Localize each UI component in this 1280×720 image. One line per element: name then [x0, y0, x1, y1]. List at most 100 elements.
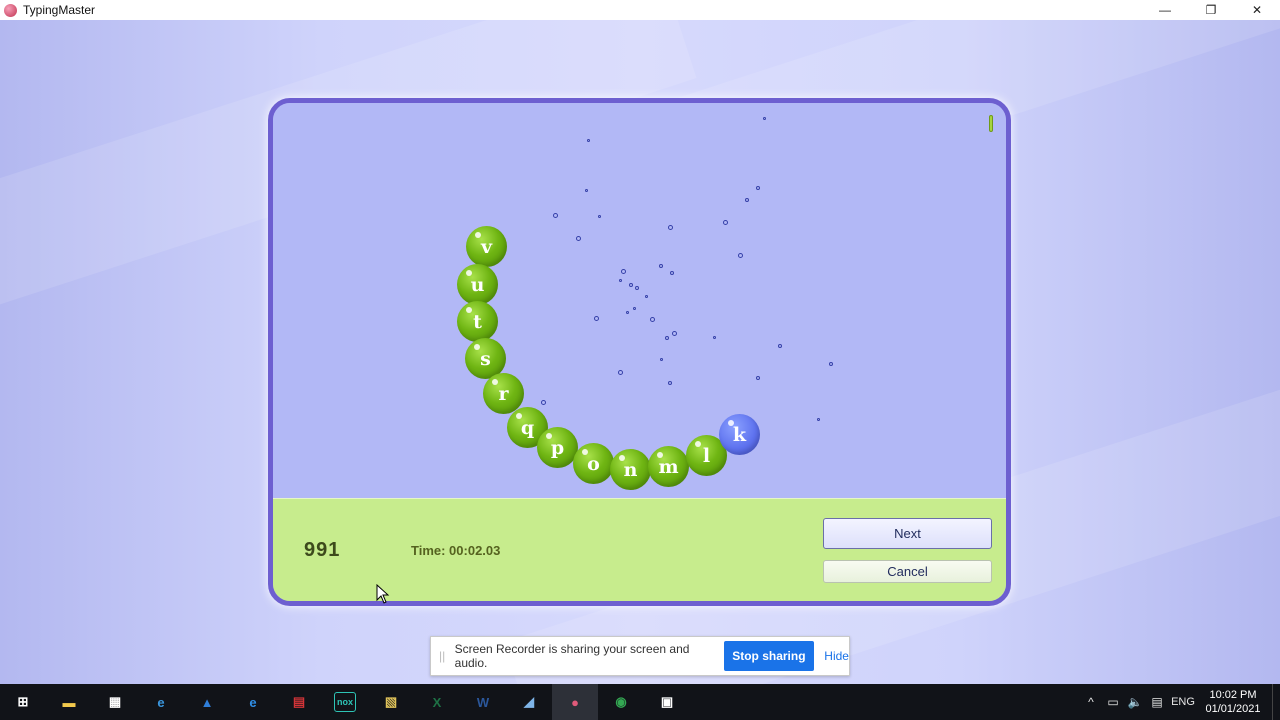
word-icon: W — [476, 694, 490, 710]
notification-icon[interactable]: ▤ — [1146, 695, 1168, 709]
show-hidden-icons-icon[interactable]: ^ — [1080, 695, 1102, 709]
floating-particle — [713, 336, 716, 339]
typingmaster-app-icon — [4, 3, 17, 17]
level-indicator — [989, 115, 993, 132]
volume-icon[interactable]: 🔈 — [1124, 695, 1146, 709]
next-button[interactable]: Next — [823, 518, 992, 549]
taskbar-item-calendar-app[interactable]: ▤ — [276, 684, 322, 720]
letter-bubble-t: t — [457, 301, 498, 342]
floating-particle — [618, 370, 623, 375]
window-controls: — ❐ ✕ — [1142, 0, 1280, 20]
taskbar-item-python-file[interactable]: ▧ — [368, 684, 414, 720]
letter-bubble-o: o — [573, 443, 614, 484]
letter-bubble-k: k — [719, 414, 760, 455]
language-indicator[interactable]: ENG — [1168, 696, 1198, 708]
restore-button[interactable]: ❐ — [1188, 0, 1234, 20]
taskbar-item-excel[interactable]: X — [414, 684, 460, 720]
sharing-message: Screen Recorder is sharing your screen a… — [454, 642, 690, 670]
letter-bubble-v: v — [466, 226, 507, 267]
taskbar-item-start[interactable]: ⊞ — [0, 684, 46, 720]
floating-particle — [633, 307, 636, 310]
floating-particle — [817, 418, 820, 421]
floating-particle — [738, 253, 743, 258]
floating-particle — [756, 376, 760, 380]
letter-bubble-m: m — [648, 446, 689, 487]
store-icon: ▦ — [108, 694, 122, 709]
azure-icon: ▲ — [200, 694, 214, 710]
window-title: TypingMaster — [23, 3, 96, 17]
taskbar-item-notes[interactable]: ◢ — [506, 684, 552, 720]
file-explorer-icon: ▬ — [62, 694, 76, 710]
taskbar-item-chrome[interactable]: ◉ — [598, 684, 644, 720]
game-frame: vutsrqponmlk 991 Time: 00:02.03 Next Can… — [268, 98, 1011, 606]
excel-icon: X — [432, 694, 442, 710]
mouse-cursor-icon — [376, 584, 390, 604]
floating-particle — [619, 279, 622, 282]
taskbar-item-word[interactable]: W — [460, 684, 506, 720]
clock[interactable]: 10:02 PM 01/01/2021 — [1198, 688, 1268, 716]
floating-particle — [635, 286, 639, 290]
taskbar-item-store[interactable]: ▦ — [92, 684, 138, 720]
network-icon[interactable]: ▭ — [1102, 695, 1124, 709]
letter-bubble-n: n — [610, 449, 651, 490]
letter-bubble-p: p — [537, 427, 578, 468]
taskbar-apps: ⊞ ▬ ▦ e ▲ e ▤ nox ▧ X W ◢ ● ◉ ▣ — [0, 684, 690, 720]
floating-particle — [665, 336, 669, 340]
clock-date: 01/01/2021 — [1205, 703, 1261, 715]
floating-particle — [587, 139, 590, 142]
chrome-icon: ◉ — [615, 694, 627, 709]
floating-particle — [598, 215, 601, 218]
screen-sharing-bar: || Screen Recorder is sharing your scree… — [430, 636, 850, 676]
taskbar-item-typingmaster[interactable]: ● — [552, 684, 598, 720]
hide-sharing-bar-link[interactable]: Hide — [824, 649, 849, 663]
floating-particle — [763, 117, 766, 120]
floating-particle — [778, 344, 782, 348]
floating-particle — [745, 198, 749, 202]
start-icon: ⊞ — [17, 694, 29, 709]
screen-recorder-icon: ▣ — [660, 694, 674, 709]
floating-particle — [829, 362, 833, 366]
floating-particle — [594, 316, 599, 321]
floating-particle — [659, 264, 663, 268]
floating-particle — [672, 331, 677, 336]
show-desktop-button[interactable] — [1272, 684, 1280, 720]
floating-particle — [629, 283, 633, 287]
stop-sharing-button[interactable]: Stop sharing — [723, 641, 815, 671]
minimize-button[interactable]: — — [1142, 0, 1188, 20]
internet-explorer-icon: e — [157, 694, 165, 710]
floating-particle — [553, 213, 558, 218]
score-value: 991 — [304, 539, 341, 561]
taskbar-item-screen-recorder[interactable]: ▣ — [644, 684, 690, 720]
taskbar-item-file-explorer[interactable]: ▬ — [46, 684, 92, 720]
title-bar: TypingMaster — ❐ ✕ — [0, 0, 1280, 20]
floating-particle — [541, 400, 546, 405]
taskbar-item-nox[interactable]: nox — [322, 684, 368, 720]
close-button[interactable]: ✕ — [1234, 0, 1280, 20]
floating-particle — [660, 358, 663, 361]
floating-particle — [621, 269, 626, 274]
edge-icon: e — [249, 694, 257, 710]
floating-particle — [723, 220, 728, 225]
system-tray: ^ ▭ 🔈 ▤ ENG 10:02 PM 01/01/2021 — [1080, 684, 1280, 720]
taskbar-item-azure[interactable]: ▲ — [184, 684, 230, 720]
python-file-icon: ▧ — [384, 694, 398, 709]
floating-particle — [756, 186, 760, 190]
letter-bubble-u: u — [457, 264, 498, 305]
nox-icon: nox — [334, 692, 356, 712]
taskbar: ⊞ ▬ ▦ e ▲ e ▤ nox ▧ X W ◢ ● ◉ ▣ ^ ▭ 🔈 ▤ ENG 10:02 PM 0… — [0, 684, 1280, 720]
floating-particle — [668, 381, 672, 385]
cancel-button[interactable]: Cancel — [823, 560, 992, 583]
floating-particle — [645, 295, 648, 298]
typingmaster-icon: ● — [571, 694, 579, 710]
floating-particle — [670, 271, 674, 275]
floating-particle — [576, 236, 581, 241]
floating-particle — [585, 189, 588, 192]
clock-time: 10:02 PM — [1209, 689, 1257, 701]
calendar-app-icon: ▤ — [292, 694, 306, 709]
taskbar-item-edge[interactable]: e — [230, 684, 276, 720]
taskbar-item-internet-explorer[interactable]: e — [138, 684, 184, 720]
floating-particle — [668, 225, 673, 230]
drag-grip-icon[interactable]: || — [439, 649, 447, 663]
floating-particle — [650, 317, 655, 322]
game-playfield[interactable]: vutsrqponmlk — [273, 103, 1006, 498]
